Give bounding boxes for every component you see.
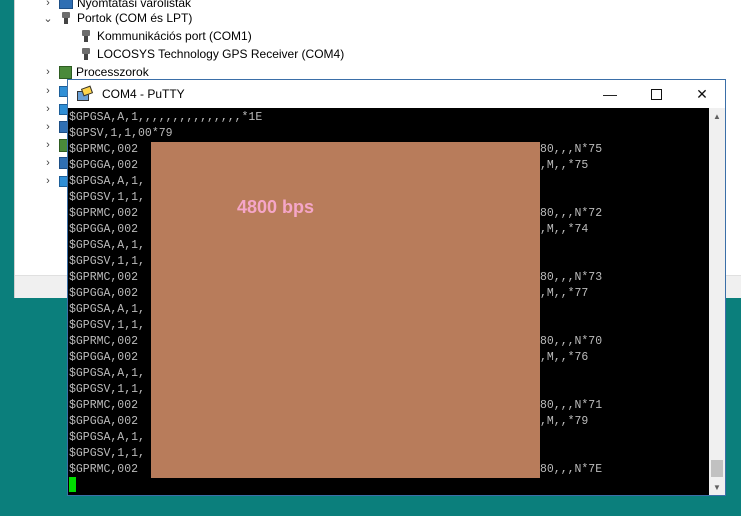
terminal-line-tail: 80,,,N*75: [540, 143, 603, 156]
terminal-line: $GPGSV,1,1,: [69, 319, 145, 332]
tree-item-gps-receiver[interactable]: LOCOSYS Technology GPS Receiver (COM4): [75, 45, 344, 63]
putty-window[interactable]: COM4 - PuTTY — ✕ $GPGSA,A,1,,,,,,,,,,,,,…: [67, 79, 726, 496]
tree-item-label: Processzorok: [76, 65, 149, 79]
tree-item-label: Portok (COM és LPT): [77, 11, 193, 25]
terminal-line: $GPRMC,002: [69, 207, 139, 220]
chevron-right-icon[interactable]: ›: [41, 121, 55, 133]
close-button[interactable]: ✕: [679, 80, 725, 108]
maximize-button[interactable]: [633, 80, 679, 108]
terminal-line-tail: ,M,,*75: [540, 159, 589, 172]
terminal-line: $GPGGA,002: [69, 223, 139, 236]
terminal-line: $GPGSV,1,1,: [69, 383, 145, 396]
terminal-line: $GPSV,1,1,00*79: [69, 127, 173, 140]
terminal-line: $GPGSA,A,1,: [69, 303, 145, 316]
tree-item-label: LOCOSYS Technology GPS Receiver (COM4): [97, 47, 345, 61]
chevron-right-icon[interactable]: ›: [41, 139, 55, 151]
port-icon: [79, 48, 93, 60]
terminal-line-tail: ,M,,*74: [540, 223, 589, 236]
terminal-line: $GPGSA,A,1,: [69, 431, 145, 444]
title-bar[interactable]: COM4 - PuTTY — ✕: [68, 80, 725, 108]
minimize-button[interactable]: —: [587, 80, 633, 108]
terminal-line: $GPRMC,002: [69, 399, 139, 412]
terminal-line: $GPRMC,002: [69, 271, 139, 284]
terminal-line: $GPGGA,002: [69, 415, 139, 428]
maximize-icon: [650, 88, 662, 100]
terminal-line: $GPGSA,A,1,,,,,,,,,,,,,,,*1E: [69, 111, 263, 124]
terminal-line-tail: 80,,,N*7E: [540, 463, 603, 476]
port-icon: [79, 30, 93, 42]
tree-item-label: Kommunikációs port (COM1): [97, 29, 252, 43]
terminal-line: $GPGSV,1,1,: [69, 191, 145, 204]
terminal-line: $GPGSV,1,1,: [69, 447, 145, 460]
terminal-line: $GPGSA,A,1,: [69, 175, 145, 188]
terminal-line-tail: ,M,,*79: [540, 415, 589, 428]
terminal-line: $GPGSA,A,1,: [69, 239, 145, 252]
terminal-line-tail: 80,,,N*70: [540, 335, 603, 348]
baud-rate-label: 4800 bps: [237, 197, 315, 217]
redaction-overlay: 4800 bps: [151, 142, 540, 478]
terminal-line-tail: 80,,,N*72: [540, 207, 603, 220]
terminal-line: $GPGSV,1,1,: [69, 255, 145, 268]
chip-icon: [59, 65, 72, 79]
terminal-line-tail: ,M,,*76: [540, 351, 589, 364]
scroll-up-icon[interactable]: ▲: [709, 108, 725, 124]
terminal-line: $GPRMC,002: [69, 143, 139, 156]
vertical-scrollbar[interactable]: ▲ ▼: [709, 108, 725, 495]
terminal-line: $GPGGA,002: [69, 287, 139, 300]
chevron-down-icon[interactable]: ⌄: [41, 12, 55, 25]
terminal-area[interactable]: $GPGSA,A,1,,,,,,,,,,,,,,,*1E $GPSV,1,1,00…: [68, 108, 709, 495]
terminal-line-tail: ,M,,*77: [540, 287, 589, 300]
window-title: COM4 - PuTTY: [102, 87, 185, 101]
printer-icon: [59, 0, 73, 9]
terminal-line: $GPGGA,002: [69, 351, 139, 364]
terminal-line-tail: 80,,,N*71: [540, 399, 603, 412]
putty-icon[interactable]: [76, 86, 92, 102]
terminal-line: $GPRMC,002: [69, 335, 139, 348]
tree-item-ports[interactable]: ⌄ Portok (COM és LPT): [41, 9, 192, 27]
scroll-down-icon[interactable]: ▼: [709, 479, 725, 495]
chevron-right-icon[interactable]: ›: [41, 66, 55, 78]
terminal-line: $GPRMC,002: [69, 463, 139, 476]
terminal-line: $GPGGA,002: [69, 159, 139, 172]
tree-item-com1[interactable]: Kommunikációs port (COM1): [75, 27, 252, 45]
chevron-right-icon[interactable]: ›: [41, 103, 55, 115]
terminal-line: $GPGSA,A,1,: [69, 367, 145, 380]
chevron-right-icon[interactable]: ›: [41, 157, 55, 169]
terminal-line-tail: 80,,,N*73: [540, 271, 603, 284]
chevron-right-icon[interactable]: ›: [41, 0, 55, 9]
chevron-right-icon[interactable]: ›: [41, 175, 55, 187]
scroll-thumb[interactable]: [711, 460, 723, 477]
terminal-cursor: [69, 477, 76, 492]
chevron-right-icon[interactable]: ›: [41, 85, 55, 97]
port-icon: [59, 12, 73, 24]
